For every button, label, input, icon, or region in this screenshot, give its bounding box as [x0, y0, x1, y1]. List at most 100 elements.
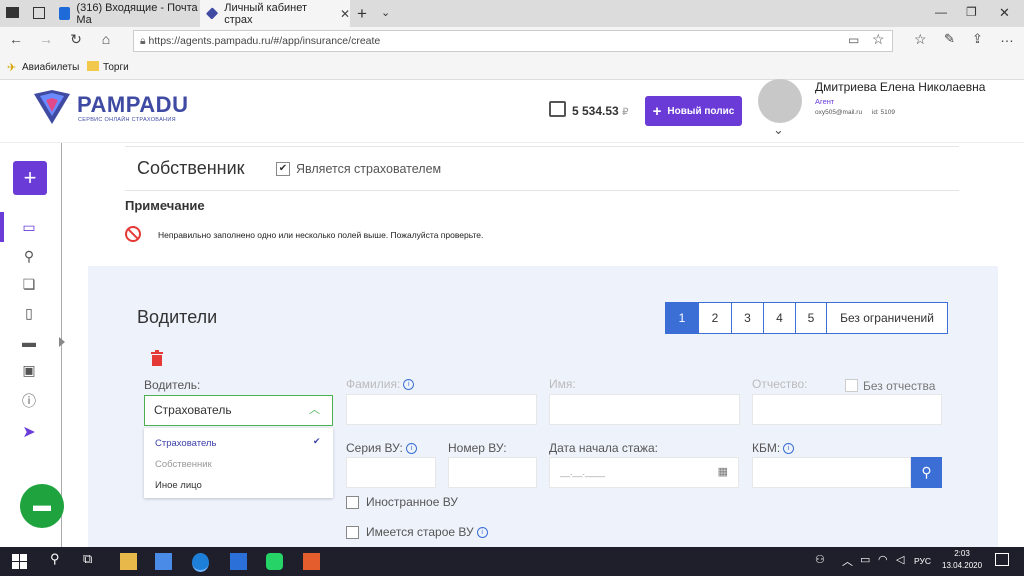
- driver-option-other[interactable]: Иное лицо: [155, 480, 202, 491]
- pdf-icon[interactable]: [303, 553, 320, 570]
- more-icon[interactable]: …: [1000, 29, 1014, 45]
- pen-icon[interactable]: ✎: [944, 31, 955, 47]
- chevron-down-icon[interactable]: ⌄: [773, 122, 784, 138]
- firstname-label: Имя:: [549, 377, 576, 391]
- patronymic-input[interactable]: [752, 394, 942, 425]
- foreign-license-checkbox[interactable]: [346, 496, 359, 509]
- calendar-icon[interactable]: ▦: [718, 458, 728, 487]
- pampadu-logo-icon[interactable]: [32, 90, 72, 126]
- drivers-count-pager: 1 2 3 4 5 Без ограничений: [665, 302, 948, 334]
- tab-mail-label: (316) Входящие - Почта Ma: [76, 1, 198, 26]
- monitor-icon[interactable]: ▭: [20, 219, 38, 237]
- driver-label: Водитель:: [144, 378, 201, 392]
- favorite-tenders[interactable]: Торги: [103, 62, 129, 73]
- url-field[interactable]: 🔒︎ https://agents.pampadu.ru/#/app/insur…: [133, 30, 893, 52]
- people-icon[interactable]: ⚇: [815, 553, 825, 566]
- forward-icon[interactable]: →: [36, 31, 56, 47]
- balance-value: 5 534.53: [572, 104, 619, 118]
- chevron-up-icon: ︿: [309, 404, 320, 416]
- back-icon[interactable]: ←: [6, 31, 26, 47]
- balance-currency: ₽: [622, 107, 629, 118]
- pager-unlimited[interactable]: Без ограничений: [827, 303, 947, 333]
- user-role: Агент: [815, 97, 835, 106]
- firstname-input[interactable]: [549, 394, 740, 425]
- pager-2[interactable]: 2: [699, 303, 732, 333]
- tab-preview-icon[interactable]: [33, 7, 45, 19]
- is-insured-checkbox[interactable]: ✔: [276, 162, 290, 176]
- favorites-bar: ✈ Авиабилеты Торги: [0, 55, 1024, 80]
- pager-5[interactable]: 5: [796, 303, 827, 333]
- share-icon[interactable]: ⇪: [972, 31, 983, 47]
- favorites-hub-icon[interactable]: ☆: [914, 31, 927, 48]
- sidebar-active-indicator: [0, 212, 4, 242]
- windows-start-icon[interactable]: [12, 554, 27, 569]
- home-icon[interactable]: ⌂: [96, 31, 116, 47]
- driver-option-owner[interactable]: Собственник: [155, 459, 212, 470]
- new-tab-icon[interactable]: +: [357, 4, 367, 24]
- tray-chevron-icon[interactable]: ︿: [842, 553, 853, 569]
- url-text: https://agents.pampadu.ru/#/app/insuranc…: [148, 35, 381, 47]
- kbm-input[interactable]: [752, 457, 911, 488]
- driver-option-insured[interactable]: Страхователь: [155, 438, 216, 449]
- tab-mail[interactable]: (316) Входящие - Почта Ma: [53, 0, 199, 27]
- note-title: Примечание: [125, 198, 205, 213]
- wifi-icon[interactable]: ◠: [878, 553, 888, 566]
- user-icon[interactable]: ⚲: [20, 248, 38, 266]
- task-view-icon[interactable]: ⧉: [83, 551, 92, 567]
- tab-cabinet[interactable]: Личный кабинет страх ✕: [200, 0, 350, 27]
- pager-4[interactable]: 4: [764, 303, 796, 333]
- whatsapp-icon[interactable]: [266, 553, 283, 570]
- driver-select[interactable]: Страхователь ︿: [144, 395, 333, 426]
- clipboard-icon[interactable]: ▯: [20, 305, 38, 323]
- window-menu-icon[interactable]: [6, 7, 19, 18]
- window-close-icon[interactable]: ✕: [999, 5, 1010, 21]
- briefcase-icon[interactable]: ▣: [20, 362, 38, 380]
- info-icon[interactable]: i: [476, 527, 488, 539]
- mail-app-icon[interactable]: [230, 553, 247, 570]
- chat-button[interactable]: ▬: [20, 484, 64, 528]
- refresh-icon[interactable]: ↻: [66, 31, 86, 48]
- license-number-input[interactable]: [448, 457, 537, 488]
- restore-icon[interactable]: ❐: [966, 5, 977, 19]
- lastname-input[interactable]: [346, 394, 537, 425]
- experience-start-input[interactable]: __.__.____ ▦: [549, 457, 739, 488]
- info-icon[interactable]: i: [403, 379, 415, 391]
- store-icon[interactable]: [155, 553, 172, 570]
- clock-time: 2:03: [954, 549, 970, 558]
- logo-text[interactable]: PAMPADU: [77, 92, 188, 118]
- send-icon[interactable]: ➤: [20, 422, 38, 441]
- user-name: Дмитриева Елена Николаевна: [815, 80, 986, 94]
- kbm-search-button[interactable]: ⚲: [911, 457, 942, 488]
- avatar[interactable]: [758, 79, 802, 123]
- pager-1[interactable]: 1: [666, 303, 699, 333]
- info-icon[interactable]: i: [405, 443, 417, 455]
- old-license-checkbox[interactable]: [346, 526, 359, 539]
- clock[interactable]: 2:03 13.04.2020: [942, 548, 982, 572]
- notifications-icon[interactable]: [995, 553, 1009, 566]
- patronymic-label: Отчество:: [752, 377, 808, 391]
- info-icon[interactable]: i: [783, 443, 795, 455]
- user-contact: oxy505@mail.ru id: 5109: [815, 109, 895, 116]
- sidebar-expand-icon[interactable]: [59, 337, 65, 347]
- no-patronymic-checkbox[interactable]: [845, 379, 858, 392]
- new-policy-button[interactable]: + Новый полис: [645, 96, 742, 126]
- favorite-star-icon[interactable]: ☆: [872, 31, 885, 48]
- close-tab-icon[interactable]: ✕: [340, 7, 350, 21]
- card-icon[interactable]: ▬: [20, 334, 38, 352]
- license-series-input[interactable]: [346, 457, 436, 488]
- volume-icon[interactable]: ◁: [896, 553, 904, 566]
- input-language[interactable]: РУС: [914, 556, 931, 566]
- reading-view-icon[interactable]: ▭: [848, 33, 859, 47]
- minimize-icon[interactable]: —: [935, 5, 947, 19]
- copy-icon[interactable]: ❏: [20, 276, 38, 294]
- search-icon[interactable]: ⚲: [50, 551, 60, 567]
- favorite-flights[interactable]: Авиабилеты: [22, 62, 79, 73]
- alert-circle-icon[interactable]: ⓘ: [20, 391, 38, 409]
- edge-icon[interactable]: [192, 553, 209, 572]
- trash-icon[interactable]: [151, 350, 163, 366]
- sidebar-add-button[interactable]: +: [13, 161, 47, 195]
- tab-list-chevron-icon[interactable]: ⌄: [381, 6, 390, 19]
- network-icon[interactable]: ▭: [860, 553, 870, 566]
- pager-3[interactable]: 3: [732, 303, 764, 333]
- file-explorer-icon[interactable]: [120, 553, 137, 570]
